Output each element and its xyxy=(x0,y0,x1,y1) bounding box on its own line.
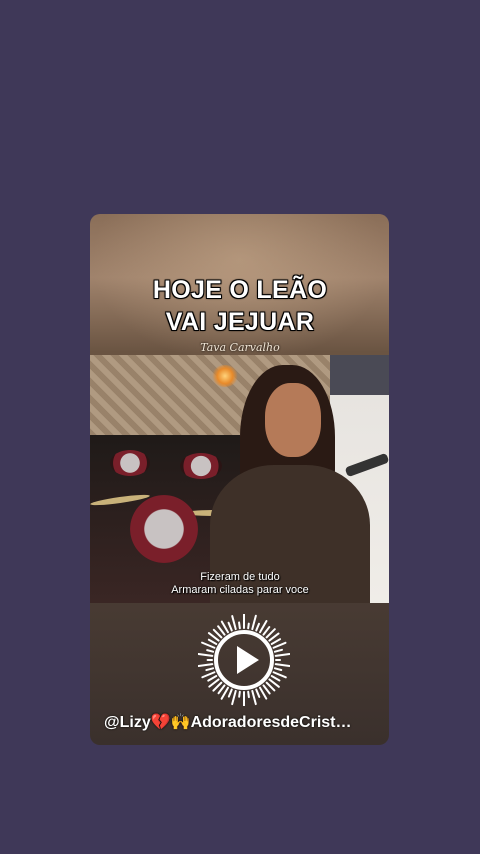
account-handle[interactable]: @Lizy💔🙌AdoradoresdeCrist… xyxy=(104,712,374,732)
artist-name: Tava Carvalho xyxy=(200,341,280,354)
visualizer-bar xyxy=(227,688,233,698)
visualizer-bar xyxy=(272,641,287,649)
visualizer-bar xyxy=(262,626,271,636)
visualizer-bar xyxy=(251,614,257,631)
subtitle-line-2: Armaram ciladas parar voce xyxy=(171,584,309,596)
visualizer-bar xyxy=(197,653,214,657)
visualizer-bar xyxy=(251,689,257,706)
subtitle-line-1: Fizeram de tudo xyxy=(200,571,280,583)
visualizer-bar xyxy=(212,628,223,639)
visualizer-bar xyxy=(262,684,271,695)
visualizer-bar xyxy=(274,663,291,667)
visualizer-bar xyxy=(274,653,291,657)
tom-drum xyxy=(110,450,150,476)
visualizer-bar xyxy=(197,663,214,667)
visualizer-bar xyxy=(231,689,237,706)
visualizer-bar xyxy=(272,671,287,679)
visualizer-bar xyxy=(231,615,237,631)
visualizer-bar xyxy=(207,675,218,682)
visualizer-bar xyxy=(238,621,241,630)
video-frame[interactable] xyxy=(90,355,389,603)
visualizer-bar xyxy=(217,684,226,695)
singer-face xyxy=(265,383,321,457)
video-title-line-2: VAI JEJUAR xyxy=(165,308,315,336)
screen: { "video": { "title_line1": "HOJE O LEÃO… xyxy=(0,0,480,854)
visualizer-bar xyxy=(247,622,250,630)
visualizer-bar xyxy=(265,681,276,692)
visualizer-bar xyxy=(255,622,261,632)
bass-drum xyxy=(130,495,198,563)
singer xyxy=(210,365,370,603)
visualizer-bar xyxy=(238,690,241,698)
visualizer-bar xyxy=(255,688,261,698)
visualizer-bar xyxy=(205,667,215,672)
visualizer-bar xyxy=(206,649,215,653)
visualizer-bar xyxy=(247,690,250,699)
video-title-line-1: HOJE O LEÃO xyxy=(152,276,328,304)
visualizer-bar xyxy=(207,638,218,645)
play-button[interactable] xyxy=(197,613,291,707)
visualizer-bar xyxy=(270,675,281,682)
visualizer-bar xyxy=(227,621,233,632)
visualizer-bar xyxy=(273,648,283,653)
visualizer-bar xyxy=(217,625,226,636)
audio-visualizer-ring xyxy=(197,613,291,707)
visualizer-bar xyxy=(201,641,216,649)
play-icon xyxy=(237,646,259,674)
visualizer-bar xyxy=(270,638,282,645)
visualizer-bar xyxy=(273,667,283,671)
visualizer-bar xyxy=(201,671,216,679)
